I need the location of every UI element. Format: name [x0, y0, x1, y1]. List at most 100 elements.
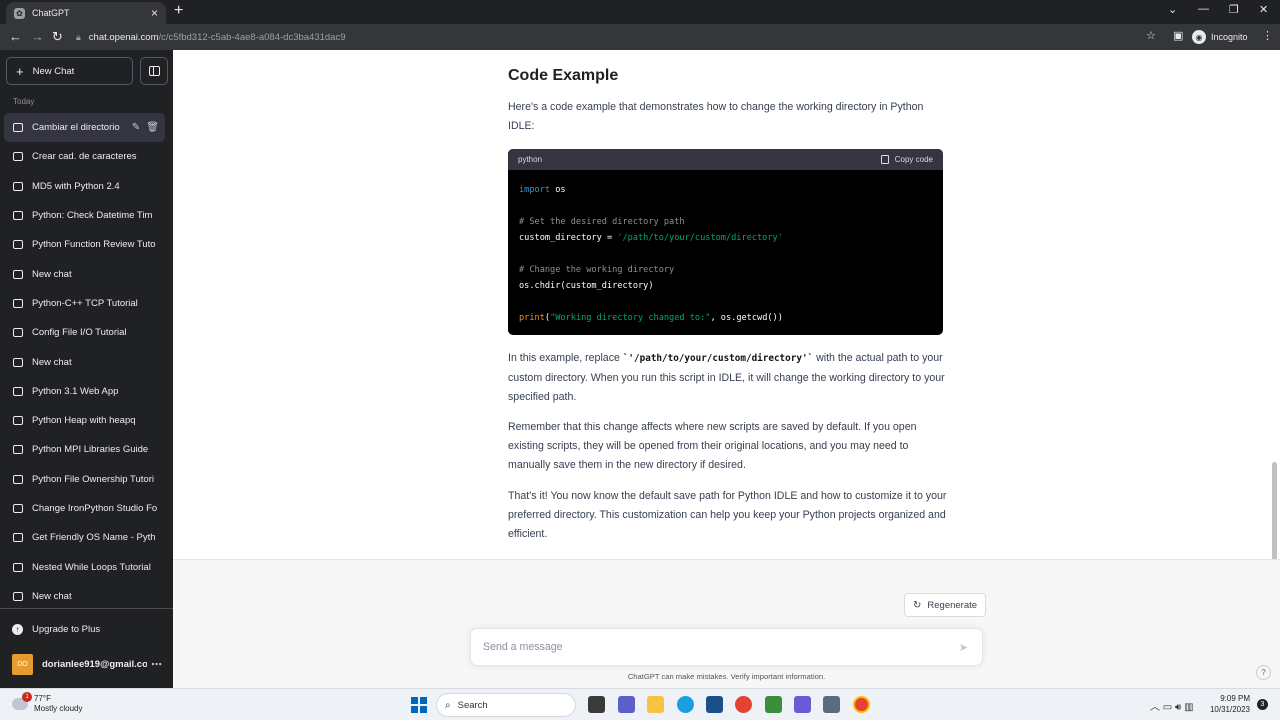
conversation-label: New chat	[32, 590, 72, 602]
sidebar-divider	[0, 608, 173, 609]
conversation-item[interactable]: Python Heap with heapq	[4, 406, 165, 435]
code-string: '/path/to/your/custom/directory'	[617, 233, 783, 243]
browser-tab[interactable]: ✿ ChatGPT ×	[6, 2, 166, 24]
conversation-item[interactable]: Crear cad. de caracteres	[4, 142, 165, 171]
task-view-icon[interactable]	[588, 696, 605, 713]
chat-bubble-icon	[13, 504, 23, 513]
conversation-item[interactable]: Python File Ownership Tutori	[4, 465, 165, 494]
clock[interactable]: 9:09 PM 10/31/2023	[1208, 693, 1250, 715]
tab-search-icon[interactable]: ⌄	[1168, 3, 1177, 16]
conversation-label: Config File I/O Tutorial	[32, 327, 127, 339]
conversation-label: Python 3.1 Web App	[32, 385, 119, 397]
browser-menu-icon[interactable]: ⋮	[1262, 29, 1273, 42]
search-label: Search	[457, 699, 488, 711]
teams-icon[interactable]	[618, 696, 635, 713]
system-tray-icons[interactable]: ︿ ▭ 🔊︎ ▥	[1150, 698, 1194, 713]
conversation-item[interactable]: New chat	[4, 347, 165, 376]
section-label-today: Today	[13, 97, 35, 106]
copy-code-button[interactable]: Copy code	[880, 155, 933, 164]
chat-bubble-icon	[13, 181, 23, 191]
explanation-paragraph: In this example, replace `'/path/to/your…	[508, 349, 948, 406]
code-text: os.chdir(custom_directory)	[519, 281, 654, 291]
conversation-item[interactable]: Python 3.1 Web App	[4, 377, 165, 406]
lock-icon: 🔒︎	[76, 31, 81, 42]
upgrade-label: Upgrade to Plus	[32, 624, 101, 635]
conversation-label: Python File Ownership Tutori	[32, 473, 154, 485]
chat-bubble-icon	[13, 269, 23, 279]
toggle-sidebar-button[interactable]	[140, 57, 168, 85]
code-keyword: import	[519, 185, 551, 195]
chat-bubble-icon	[13, 357, 23, 367]
conversation-label: Python-C++ TCP Tutorial	[32, 297, 138, 309]
closing-paragraph: That's it! You now know the default save…	[508, 490, 947, 540]
conversation-item[interactable]: Cambiar el directorio ✎ 🗑︎	[4, 113, 165, 143]
weather-text: 77°F Mostly cloudy	[34, 694, 82, 714]
url-field[interactable]: 🔒︎ chat.openai.com /c/c5fbd312-c5ab-4ae8…	[76, 27, 1166, 47]
store-icon[interactable]	[706, 696, 723, 713]
reload-icon[interactable]: ↻	[52, 29, 63, 45]
message-input[interactable]	[483, 641, 959, 653]
notification-badge[interactable]: 3	[1257, 699, 1268, 710]
conversation-item[interactable]: Python MPI Libraries Guide	[4, 435, 165, 464]
conversation-item[interactable]: MD5 with Python 2.4	[4, 172, 165, 201]
chrome-active-icon[interactable]	[853, 696, 870, 713]
chat-bubble-icon	[13, 152, 23, 162]
chat-bubble-icon	[13, 123, 23, 133]
chat-bubble-icon	[13, 298, 23, 308]
new-tab-icon[interactable]: +	[174, 2, 183, 20]
user-menu[interactable]: DO dorianlee919@gmail.co ⋯	[12, 654, 162, 675]
code-text: os	[550, 185, 566, 195]
weather-temp: 77°F	[34, 694, 51, 703]
incognito-indicator[interactable]: ◉ Incognito	[1192, 30, 1248, 44]
weather-desc: Mostly cloudy	[34, 704, 83, 713]
conversation-item[interactable]: Nested While Loops Tutorial	[4, 552, 165, 581]
file-explorer-icon[interactable]	[647, 696, 664, 713]
side-panel-icon[interactable]: ▣	[1173, 29, 1183, 42]
chat-bubble-icon	[13, 474, 23, 484]
code-language-label: python	[518, 155, 543, 164]
tab-close-icon[interactable]: ×	[151, 7, 158, 19]
chrome-icon[interactable]	[735, 696, 752, 713]
chat-bubble-icon	[13, 386, 23, 396]
conversation-label: MD5 with Python 2.4	[32, 180, 120, 192]
chat-main: Code Example Here's a code example that …	[173, 50, 1280, 688]
back-icon[interactable]: ←	[9, 29, 22, 44]
maximize-icon[interactable]: ❐	[1229, 3, 1239, 16]
app-icon[interactable]	[794, 696, 811, 713]
conversation-item[interactable]: New chat	[4, 582, 165, 611]
conversation-label: Python Function Review Tuto	[32, 239, 156, 251]
refresh-icon: ↻	[913, 599, 922, 611]
conversation-item[interactable]: Get Friendly OS Name - Pyth	[4, 523, 165, 552]
avatar: DO	[12, 654, 33, 675]
conversation-label: Crear cad. de caracteres	[32, 151, 137, 163]
close-window-icon[interactable]: ✕	[1259, 3, 1268, 16]
app-icon[interactable]	[765, 696, 782, 713]
conversation-item[interactable]: Change IronPython Studio Fo	[4, 494, 165, 523]
windows-start-icon[interactable]	[411, 697, 427, 713]
taskbar-search[interactable]: ⌕ Search	[436, 693, 576, 717]
search-icon: ⌕	[445, 699, 451, 711]
help-button[interactable]: ?	[1256, 665, 1271, 680]
send-icon[interactable]: ➤	[959, 641, 968, 654]
more-options-icon[interactable]: ⋯	[151, 658, 162, 671]
new-chat-button[interactable]: + New Chat	[6, 57, 133, 85]
edge-icon[interactable]	[677, 696, 694, 713]
app-icon[interactable]	[823, 696, 840, 713]
conversation-item[interactable]: New chat	[4, 259, 165, 288]
forward-icon[interactable]: →	[31, 29, 44, 44]
edit-icon[interactable]: ✎	[132, 122, 140, 133]
weather-widget[interactable]: 1 77°F Mostly cloudy	[12, 692, 82, 714]
clipboard-icon	[880, 155, 889, 164]
minimize-icon[interactable]: —	[1198, 3, 1209, 15]
chatgpt-favicon-icon: ✿	[14, 7, 25, 19]
conversation-item[interactable]: Python Function Review Tuto	[4, 230, 165, 259]
upgrade-to-plus-button[interactable]: ↑ Upgrade to Plus	[12, 624, 100, 635]
conversation-item[interactable]: Config File I/O Tutorial	[4, 318, 165, 347]
chat-bubble-icon	[13, 211, 23, 221]
trash-icon[interactable]: 🗑︎	[146, 122, 159, 133]
inline-code: `'/path/to/your/custom/directory'`	[622, 353, 814, 364]
conversation-item[interactable]: Python: Check Datetime Tim	[4, 201, 165, 230]
regenerate-button[interactable]: ↻ Regenerate	[904, 593, 987, 617]
conversation-item[interactable]: Python-C++ TCP Tutorial	[4, 289, 165, 318]
bookmark-star-icon[interactable]: ☆	[1146, 29, 1156, 42]
